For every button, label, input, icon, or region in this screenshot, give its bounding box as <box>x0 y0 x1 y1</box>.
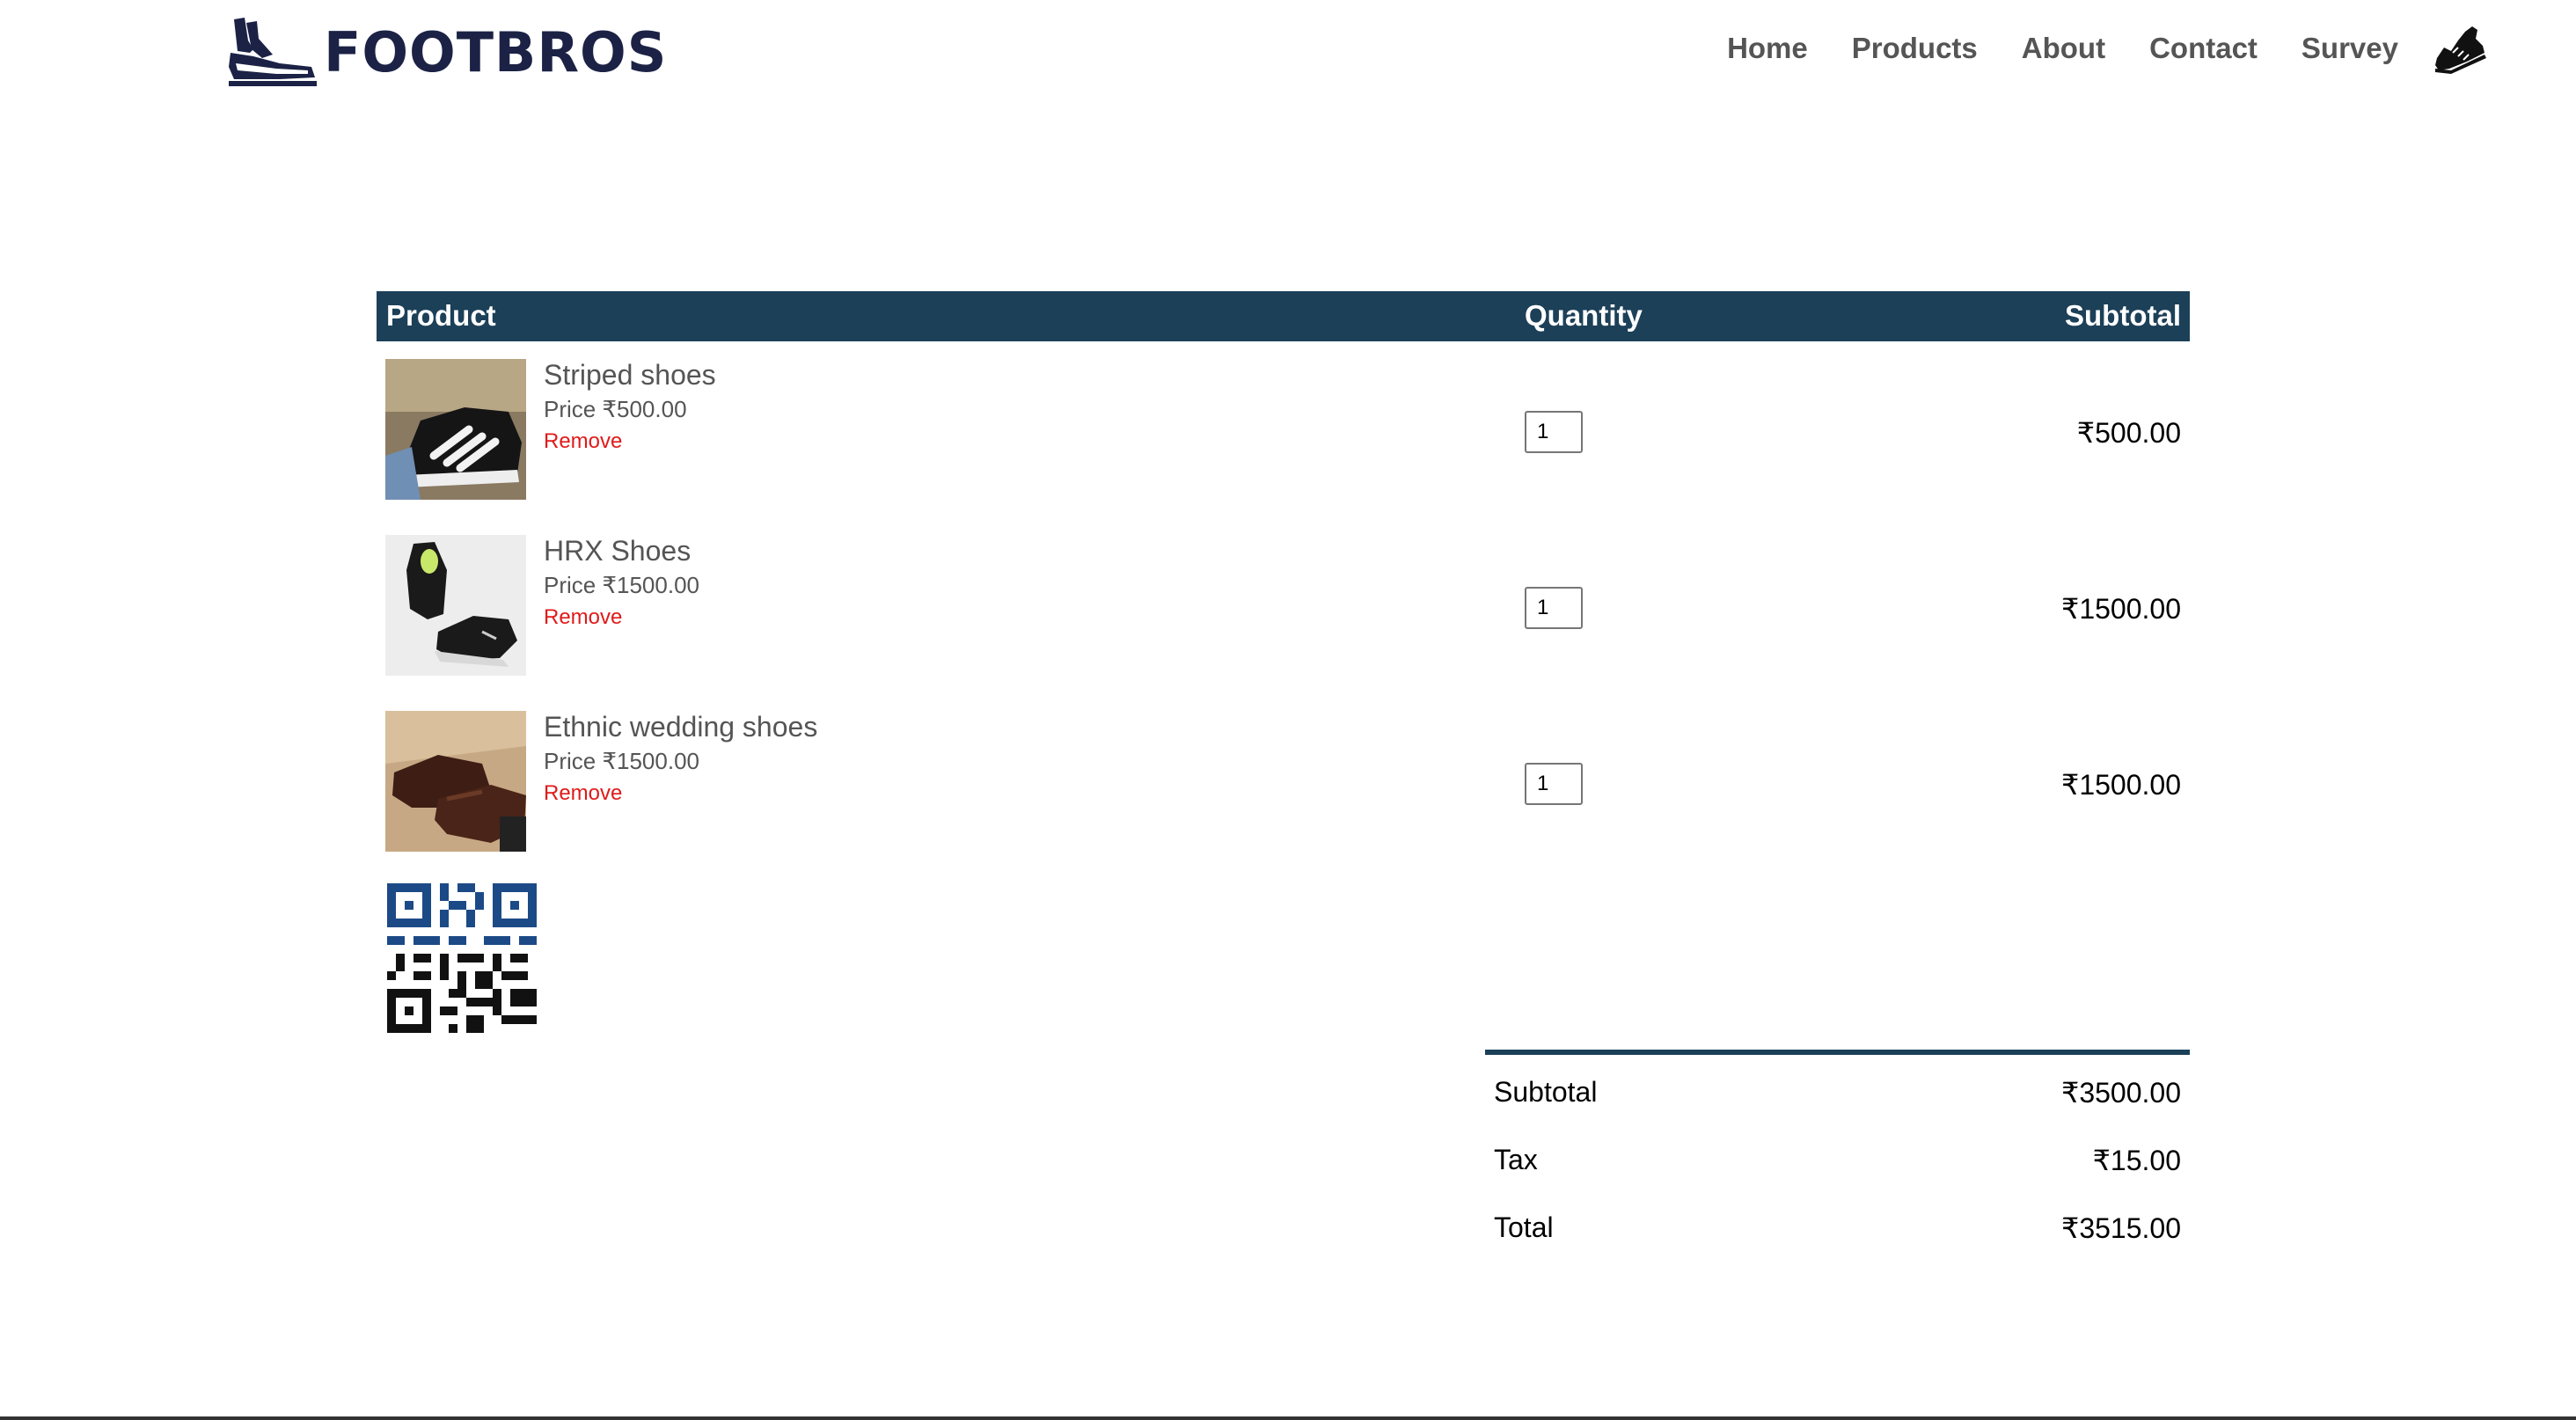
product-image-striped-shoes <box>385 359 526 500</box>
product-image-ethnic-wedding-shoes <box>385 711 526 852</box>
subtotal-value: ₹3500.00 <box>2060 1077 2181 1109</box>
shoe-logo-icon <box>229 18 317 86</box>
main-nav: Home Products About Contact Survey <box>1683 21 2488 76</box>
totals-subtotal-row: Subtotal ₹3500.00 <box>1485 1055 2190 1123</box>
row-subtotal: ₹1500.00 <box>2060 593 2181 625</box>
tax-value: ₹15.00 <box>2092 1145 2181 1176</box>
qr-code-image <box>387 883 537 1033</box>
tax-label: Tax <box>1494 1144 1538 1175</box>
subtotal-label: Subtotal <box>1494 1076 1598 1108</box>
header-quantity: Quantity <box>1525 299 1643 332</box>
product-info: Ethnic wedding shoes Price ₹1500.00 Remo… <box>544 709 817 809</box>
nav-contact[interactable]: Contact <box>2149 32 2258 65</box>
product-name: Striped shoes <box>544 359 716 391</box>
nav-survey[interactable]: Survey <box>2302 32 2398 65</box>
product-price: Price ₹500.00 <box>544 396 687 422</box>
total-label: Total <box>1494 1211 1554 1243</box>
product-price: Price ₹1500.00 <box>544 572 699 598</box>
product-info: Striped shoes Price ₹500.00 Remove <box>544 357 716 457</box>
shoe-icon[interactable] <box>2432 21 2488 76</box>
brand-logo[interactable]: FOOTBROS <box>227 12 667 91</box>
row-subtotal: ₹500.00 <box>2076 417 2181 449</box>
totals-total-row: Total ₹3515.00 <box>1485 1190 2190 1258</box>
header-subtotal: Subtotal <box>2065 299 2181 332</box>
cart-row: HRX Shoes Price ₹1500.00 Remove ₹1500.00 <box>377 517 2190 693</box>
footer-divider <box>0 1416 2576 1420</box>
product-price: Price ₹1500.00 <box>544 748 699 774</box>
remove-link[interactable]: Remove <box>544 602 699 633</box>
nav-home[interactable]: Home <box>1727 32 1808 65</box>
quantity-input[interactable] <box>1525 411 1583 453</box>
product-info: HRX Shoes Price ₹1500.00 Remove <box>544 533 699 633</box>
nav-about[interactable]: About <box>2022 32 2105 65</box>
remove-link[interactable]: Remove <box>544 778 817 809</box>
product-image-hrx-shoes <box>385 535 526 676</box>
totals-tax-row: Tax ₹15.00 <box>1485 1123 2190 1190</box>
cart-totals: Subtotal ₹3500.00 Tax ₹15.00 Total ₹3515… <box>1485 1050 2190 1258</box>
header-product: Product <box>386 299 496 332</box>
total-value: ₹3515.00 <box>2060 1212 2181 1244</box>
row-subtotal: ₹1500.00 <box>2060 769 2181 801</box>
brand-name: FOOTBROS <box>324 19 668 84</box>
remove-link[interactable]: Remove <box>544 426 716 457</box>
product-name: HRX Shoes <box>544 535 692 567</box>
cart-row: Ethnic wedding shoes Price ₹1500.00 Remo… <box>377 693 2190 869</box>
product-name: Ethnic wedding shoes <box>544 711 818 743</box>
cart-table: Product Quantity Subtotal Striped shoes … <box>377 291 2190 869</box>
navbar: FOOTBROS Home Products About Contact Sur… <box>0 0 2576 114</box>
cart-table-header: Product Quantity Subtotal <box>377 291 2190 341</box>
cart-row: Striped shoes Price ₹500.00 Remove ₹500.… <box>377 341 2190 517</box>
nav-products[interactable]: Products <box>1852 32 1978 65</box>
quantity-input[interactable] <box>1525 587 1583 629</box>
quantity-input[interactable] <box>1525 763 1583 805</box>
